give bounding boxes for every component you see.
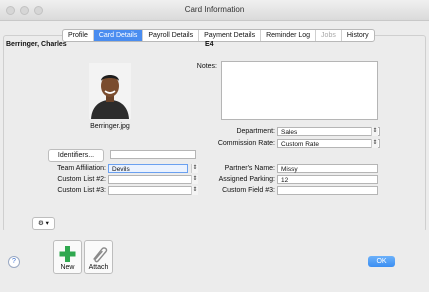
- plus-icon: [59, 246, 76, 262]
- identifiers-button[interactable]: Identifiers...: [48, 149, 104, 162]
- commission-rate-value: Custom Rate: [281, 141, 319, 148]
- card-photo[interactable]: [89, 63, 131, 119]
- partners-name-label: Partner's Name:: [224, 165, 275, 172]
- card-code: E4: [205, 41, 214, 48]
- custom-field-3-label: Custom Field #3:: [222, 187, 275, 194]
- attach-button[interactable]: Attach: [84, 240, 113, 274]
- stepper-arrows-icon[interactable]: ⇕: [371, 127, 378, 136]
- identifiers-field[interactable]: [110, 150, 196, 159]
- team-affiliation-value: Devils: [112, 166, 130, 173]
- custom-list-3-select[interactable]: [108, 186, 198, 195]
- custom-list-2-label: Custom List #2:: [57, 176, 106, 183]
- notes-textarea[interactable]: [221, 61, 378, 120]
- card-name: Berringer, Charles: [6, 41, 67, 48]
- department-value: Sales: [281, 129, 298, 136]
- partners-name-field[interactable]: Missy: [277, 164, 378, 173]
- commission-rate-label: Commission Rate:: [217, 140, 275, 147]
- help-icon[interactable]: ?: [8, 256, 20, 268]
- new-button[interactable]: New: [53, 240, 82, 274]
- tab-card-details[interactable]: Card Details: [93, 30, 144, 41]
- department-select[interactable]: Sales: [277, 127, 380, 136]
- tab-reminder-log[interactable]: Reminder Log: [261, 30, 317, 41]
- photo-filename: Berringer.jpg: [90, 123, 130, 130]
- card-information-window: Card Information Profile Card Details Pa…: [0, 0, 429, 292]
- team-affiliation-label: Team Affiliation:: [57, 165, 106, 172]
- paperclip-icon: [93, 247, 108, 263]
- assigned-parking-field[interactable]: 12: [277, 175, 378, 184]
- team-affiliation-select[interactable]: Devils: [108, 164, 188, 173]
- attach-button-label: Attach: [88, 264, 109, 271]
- tab-payment-details[interactable]: Payment Details: [199, 30, 262, 41]
- tab-payroll-details[interactable]: Payroll Details: [143, 30, 200, 41]
- window-title: Card Information: [184, 5, 245, 14]
- assigned-parking-label: Assigned Parking:: [218, 176, 275, 183]
- custom-list-3-label: Custom List #3:: [57, 187, 106, 194]
- custom-field-3-field[interactable]: [277, 186, 378, 195]
- commission-rate-select[interactable]: Custom Rate: [277, 139, 380, 148]
- department-label: Department:: [236, 128, 275, 135]
- tab-bar: Profile Card Details Payroll Details Pay…: [62, 29, 375, 42]
- gear-icon[interactable]: ⚙ ▾: [32, 217, 55, 230]
- tab-jobs[interactable]: Jobs: [316, 30, 342, 41]
- stepper-arrows-icon[interactable]: ⇕: [371, 139, 378, 148]
- ok-button[interactable]: OK: [368, 256, 395, 267]
- title-bar: Card Information: [0, 0, 429, 21]
- custom-list-2-select[interactable]: [108, 175, 198, 184]
- tab-profile[interactable]: Profile: [63, 30, 94, 41]
- notes-label: Notes:: [196, 63, 217, 70]
- tab-history[interactable]: History: [342, 30, 374, 41]
- person-photo-icon: [89, 63, 131, 119]
- new-button-label: New: [60, 264, 75, 271]
